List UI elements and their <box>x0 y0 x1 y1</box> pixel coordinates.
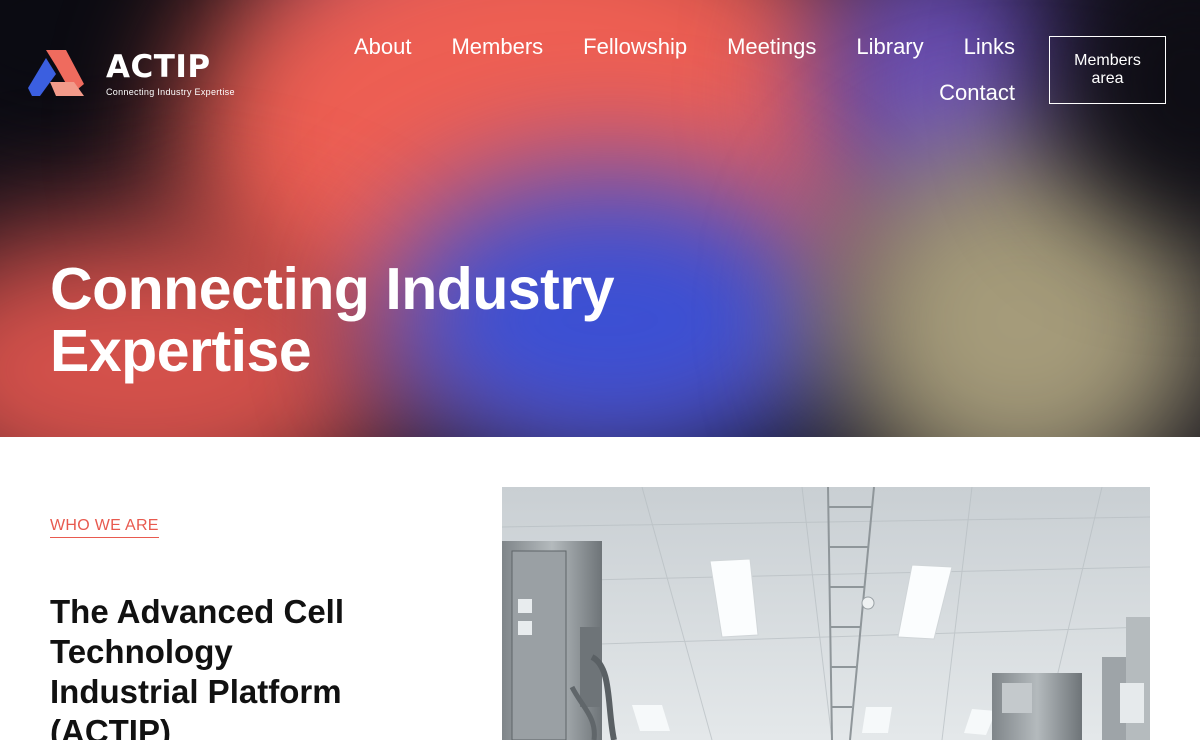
logo-text: ACTIP Connecting Industry Expertise <box>106 50 235 97</box>
nav-links[interactable]: Links <box>964 30 1015 76</box>
nav-about[interactable]: About <box>354 30 412 76</box>
nav-fellowship[interactable]: Fellowship <box>583 30 687 76</box>
about-heading: The Advanced Cell Technology Industrial … <box>50 592 470 740</box>
members-area-label: Members area <box>1074 52 1141 88</box>
nav-contact[interactable]: Contact <box>939 76 1015 122</box>
about-heading-line: The Advanced Cell <box>50 593 345 630</box>
actip-logo-icon <box>28 50 84 96</box>
main-nav: About Members Fellowship Meetings Librar… <box>300 30 1015 122</box>
cleanroom-image <box>502 487 1150 740</box>
members-area-label-line2: area <box>1091 70 1124 87</box>
nav-meetings[interactable]: Meetings <box>727 30 816 76</box>
hero-title: Connecting Industry Expertise <box>50 258 690 382</box>
site-logo[interactable]: ACTIP Connecting Industry Expertise <box>26 48 235 98</box>
nav-members[interactable]: Members <box>451 30 543 76</box>
about-heading-line: Technology <box>50 633 233 670</box>
logo-title: ACTIP <box>106 48 211 85</box>
logo-tagline: Connecting Industry Expertise <box>106 86 235 97</box>
hero-title-line: Expertise <box>50 318 312 384</box>
section-eyebrow: WHO WE ARE <box>50 517 159 538</box>
nav-row: Contact <box>300 76 1015 122</box>
hero-title-line: Connecting Industry <box>50 256 615 322</box>
members-area-button[interactable]: Members area <box>1049 36 1166 104</box>
about-heading-line: (ACTIP) <box>50 713 171 740</box>
nav-row: About Members Fellowship Meetings Librar… <box>300 30 1015 76</box>
cleanroom-photo <box>502 487 1150 740</box>
nav-library[interactable]: Library <box>856 30 923 76</box>
hero-banner: ACTIP Connecting Industry Expertise Abou… <box>0 0 1200 437</box>
about-heading-line: Industrial Platform <box>50 673 342 710</box>
members-area-label-line1: Members <box>1074 52 1141 69</box>
